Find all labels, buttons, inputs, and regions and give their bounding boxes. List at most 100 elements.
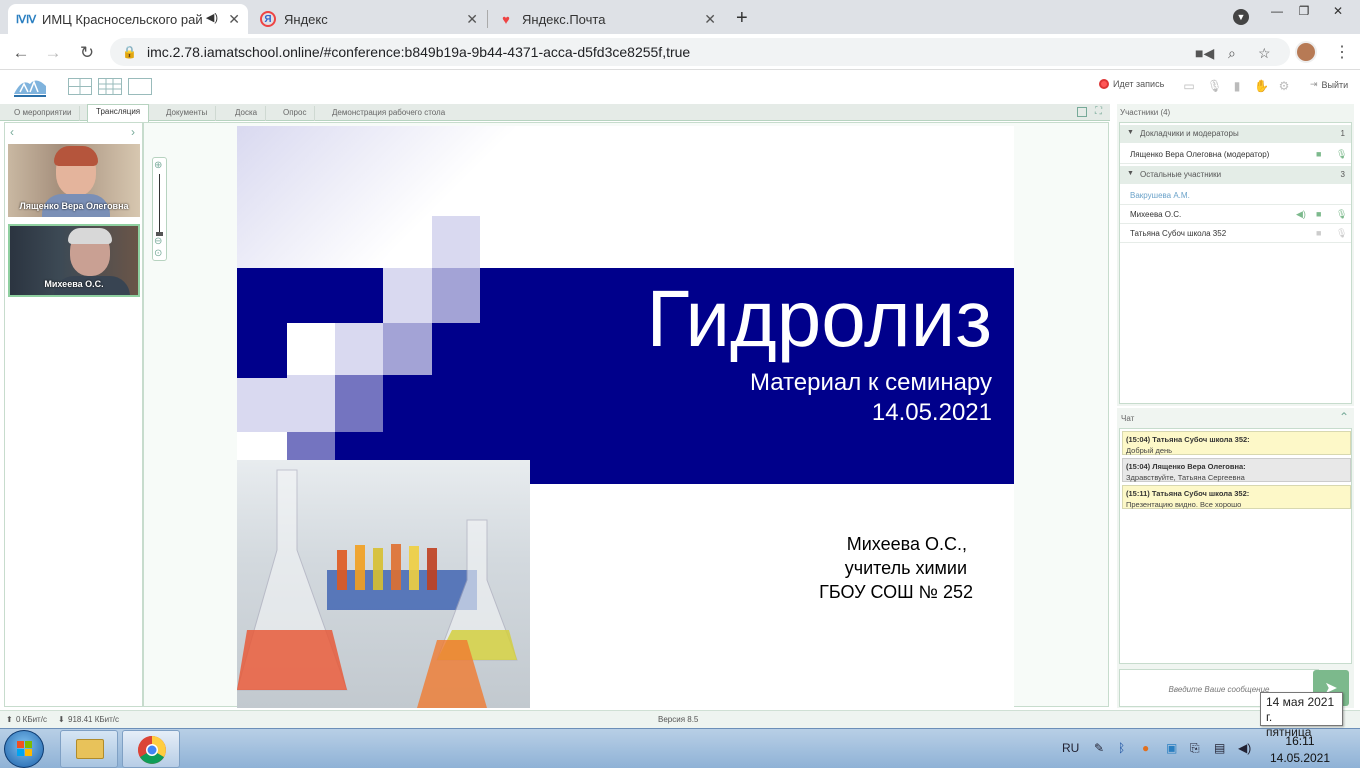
participant-row[interactable]: Лященко Вера Олеговна (модератор) ■ 🎙 — [1120, 145, 1351, 164]
new-tab-button[interactable]: + — [736, 7, 748, 30]
participant-row[interactable]: Татьяна Субоч школа 352 ■ 🎙 — [1120, 224, 1351, 243]
microphone-icon: 🎙 — [1336, 228, 1348, 238]
video-tile-moderator[interactable]: Лященко Вера Олеговна — [8, 144, 140, 217]
layout-grid-2-icon[interactable] — [68, 78, 92, 95]
message-author: (15:11) Татьяна Субоч школа 352: — [1126, 489, 1250, 498]
menu-dots-icon[interactable]: ⋮ — [1334, 42, 1350, 62]
reload-icon[interactable]: ↻ — [76, 42, 98, 64]
group-count: 1 — [1340, 129, 1345, 138]
tab-documents[interactable]: Документы — [158, 106, 217, 121]
participant-name: Вакрушева А.М. — [1130, 191, 1190, 200]
network-icon[interactable]: ▤ — [1214, 741, 1225, 755]
presentation-stage: ⊕ ⊖ ⊙ Гидролиз Материал к семинару 14.05… — [143, 122, 1109, 708]
url-field[interactable]: 🔒 imc.2.78.iamatschool.online/#conferenc… — [110, 38, 1290, 66]
record-dot-icon — [1099, 79, 1109, 89]
speaker-icon: ◀) — [1296, 209, 1306, 219]
tab-poll[interactable]: Опрос — [275, 106, 316, 121]
layout-single-icon[interactable] — [128, 78, 152, 95]
zoom-slider[interactable]: ⊕ ⊖ ⊙ — [152, 157, 167, 261]
conference-toolbar: Идет запись ▭ 🎙 ▮ ✋ ⚙ ⇥ Выйти — [0, 70, 1360, 104]
raise-hand-icon[interactable]: ✋ — [1254, 79, 1269, 93]
chat-message: (15:11) Татьяна Субоч школа 352: Презент… — [1122, 485, 1351, 509]
message-text: Здравствуйте, Татьяна Сергеевна — [1126, 473, 1245, 482]
message-text: Добрый день — [1126, 446, 1173, 455]
caret-down-icon: ▼ — [1127, 129, 1134, 136]
chrome-taskbar-button[interactable] — [122, 730, 180, 768]
signal-icon[interactable]: ▮ — [1230, 79, 1244, 93]
tab-desktop-sharing[interactable]: Демонстрация рабочего стола — [324, 106, 453, 121]
close-window-icon[interactable]: ✕ — [1318, 0, 1358, 22]
caret-down-icon: ▼ — [1127, 170, 1134, 177]
forward-arrow-icon[interactable]: → — [42, 42, 64, 64]
audio-playing-icon: ◀) — [205, 12, 218, 24]
bookmark-star-icon[interactable]: ☆ — [1258, 45, 1271, 62]
close-tab-icon[interactable]: ✕ — [704, 11, 716, 28]
settings-gear-icon[interactable]: ⚙ — [1277, 79, 1291, 93]
volume-icon[interactable]: ◀) — [1238, 741, 1251, 755]
address-bar: ← → ↻ 🔒 imc.2.78.iamatschool.online/#con… — [0, 34, 1360, 70]
imc-app-logo — [12, 74, 48, 98]
recording-label: Идет запись — [1113, 79, 1165, 89]
exit-label: Выйти — [1321, 79, 1349, 90]
zoom-out-icon[interactable]: ⊖ — [154, 236, 162, 247]
chat-header: Чат — [1121, 414, 1135, 423]
window-mode-icon[interactable] — [1077, 107, 1087, 117]
zoom-reset-icon[interactable]: ⊙ — [154, 248, 162, 259]
participant-name: Лященко Вера Олеговна (модератор) — [1130, 150, 1270, 159]
participant-row[interactable]: Михеева О.С. ◀) ■ 🎙 — [1120, 205, 1351, 224]
lab-glassware-image — [237, 460, 530, 708]
language-indicator[interactable]: RU — [1062, 741, 1079, 755]
chevron-left-icon[interactable]: ‹ — [10, 125, 14, 139]
tab-search-icon[interactable]: ▼ — [1233, 9, 1249, 25]
deco-square — [287, 432, 335, 460]
camera-icon: ■ — [1316, 149, 1322, 159]
close-tab-icon[interactable]: ✕ — [228, 11, 240, 28]
close-tab-icon[interactable]: ✕ — [466, 11, 478, 28]
slide-title: Гидролиз — [646, 274, 992, 363]
tray-tools-icon[interactable]: ✎ — [1094, 741, 1104, 755]
exit-button[interactable]: ⇥ Выйти — [1310, 79, 1348, 90]
profile-avatar[interactable] — [1295, 41, 1317, 63]
camera-blocked-icon[interactable]: ■◀ — [1195, 45, 1214, 62]
clock-date[interactable]: 14.05.2021 — [1266, 751, 1334, 765]
deco-square — [432, 216, 480, 268]
browser-tab-imc[interactable]: ⅣⅣ ИМЦ Красносельского рай ◀) ✕ — [8, 4, 248, 34]
camera-icon[interactable]: ▭ — [1182, 79, 1196, 93]
deco-square — [237, 323, 287, 378]
collapse-chevron-icon[interactable]: ⌃ — [1339, 410, 1349, 424]
explorer-taskbar-button[interactable] — [60, 730, 118, 768]
tray-device-icon[interactable]: ▣ — [1166, 741, 1177, 755]
tab-about-event[interactable]: О мероприятии — [6, 106, 81, 121]
group-label: Остальные участники — [1140, 170, 1222, 179]
layout-grid-3-icon[interactable] — [98, 78, 122, 95]
url-text: imc.2.78.iamatschool.online/#conference:… — [146, 44, 691, 60]
group-others[interactable]: ▼ Остальные участники 3 — [1120, 166, 1351, 184]
video-tile-participant[interactable]: Михеева О.С. — [8, 224, 140, 297]
deco-square — [287, 323, 335, 378]
start-button[interactable] — [4, 730, 44, 768]
message-author: (15:04) Лященко Вера Олеговна: — [1126, 462, 1246, 471]
fullscreen-icon[interactable]: ⛶ — [1095, 106, 1102, 117]
slide-author-3: ГБОУ СОШ № 252 — [819, 582, 973, 602]
chevron-right-icon[interactable]: › — [131, 125, 135, 139]
slide-author-2: учитель химии — [844, 558, 967, 578]
tray-app-icon[interactable]: ● — [1142, 741, 1149, 755]
tab-broadcast[interactable]: Трансляция — [87, 104, 150, 122]
participants-header: Участники (4) — [1120, 108, 1171, 117]
browser-tab-yandex-mail[interactable]: ♥ Яндекс.Почта ✕ — [488, 4, 724, 34]
zoom-icon[interactable]: ⌕ — [1228, 45, 1236, 62]
browser-tab-yandex[interactable]: Я Яндекс ✕ — [250, 4, 486, 34]
tray-usb-icon[interactable]: ⎘ — [1190, 741, 1200, 756]
participant-row[interactable]: Вакрушева А.М. — [1120, 186, 1351, 205]
chat-panel: Чат ⌃ (15:04) Татьяна Субоч школа 352: Д… — [1117, 408, 1354, 708]
tab-board[interactable]: Доска — [227, 106, 267, 121]
microphone-icon[interactable]: 🎙 — [1207, 79, 1222, 93]
back-arrow-icon[interactable]: ← — [10, 42, 32, 64]
bluetooth-icon[interactable]: ᛒ — [1118, 741, 1125, 755]
deco-square — [383, 268, 432, 323]
deco-square — [335, 323, 383, 375]
zoom-in-icon[interactable]: ⊕ — [154, 160, 162, 171]
message-author: (15:04) Татьяна Субоч школа 352: — [1126, 435, 1250, 444]
group-moderators[interactable]: ▼ Докладчики и модераторы 1 — [1120, 125, 1351, 143]
restore-icon[interactable]: ❐ — [1287, 0, 1321, 22]
